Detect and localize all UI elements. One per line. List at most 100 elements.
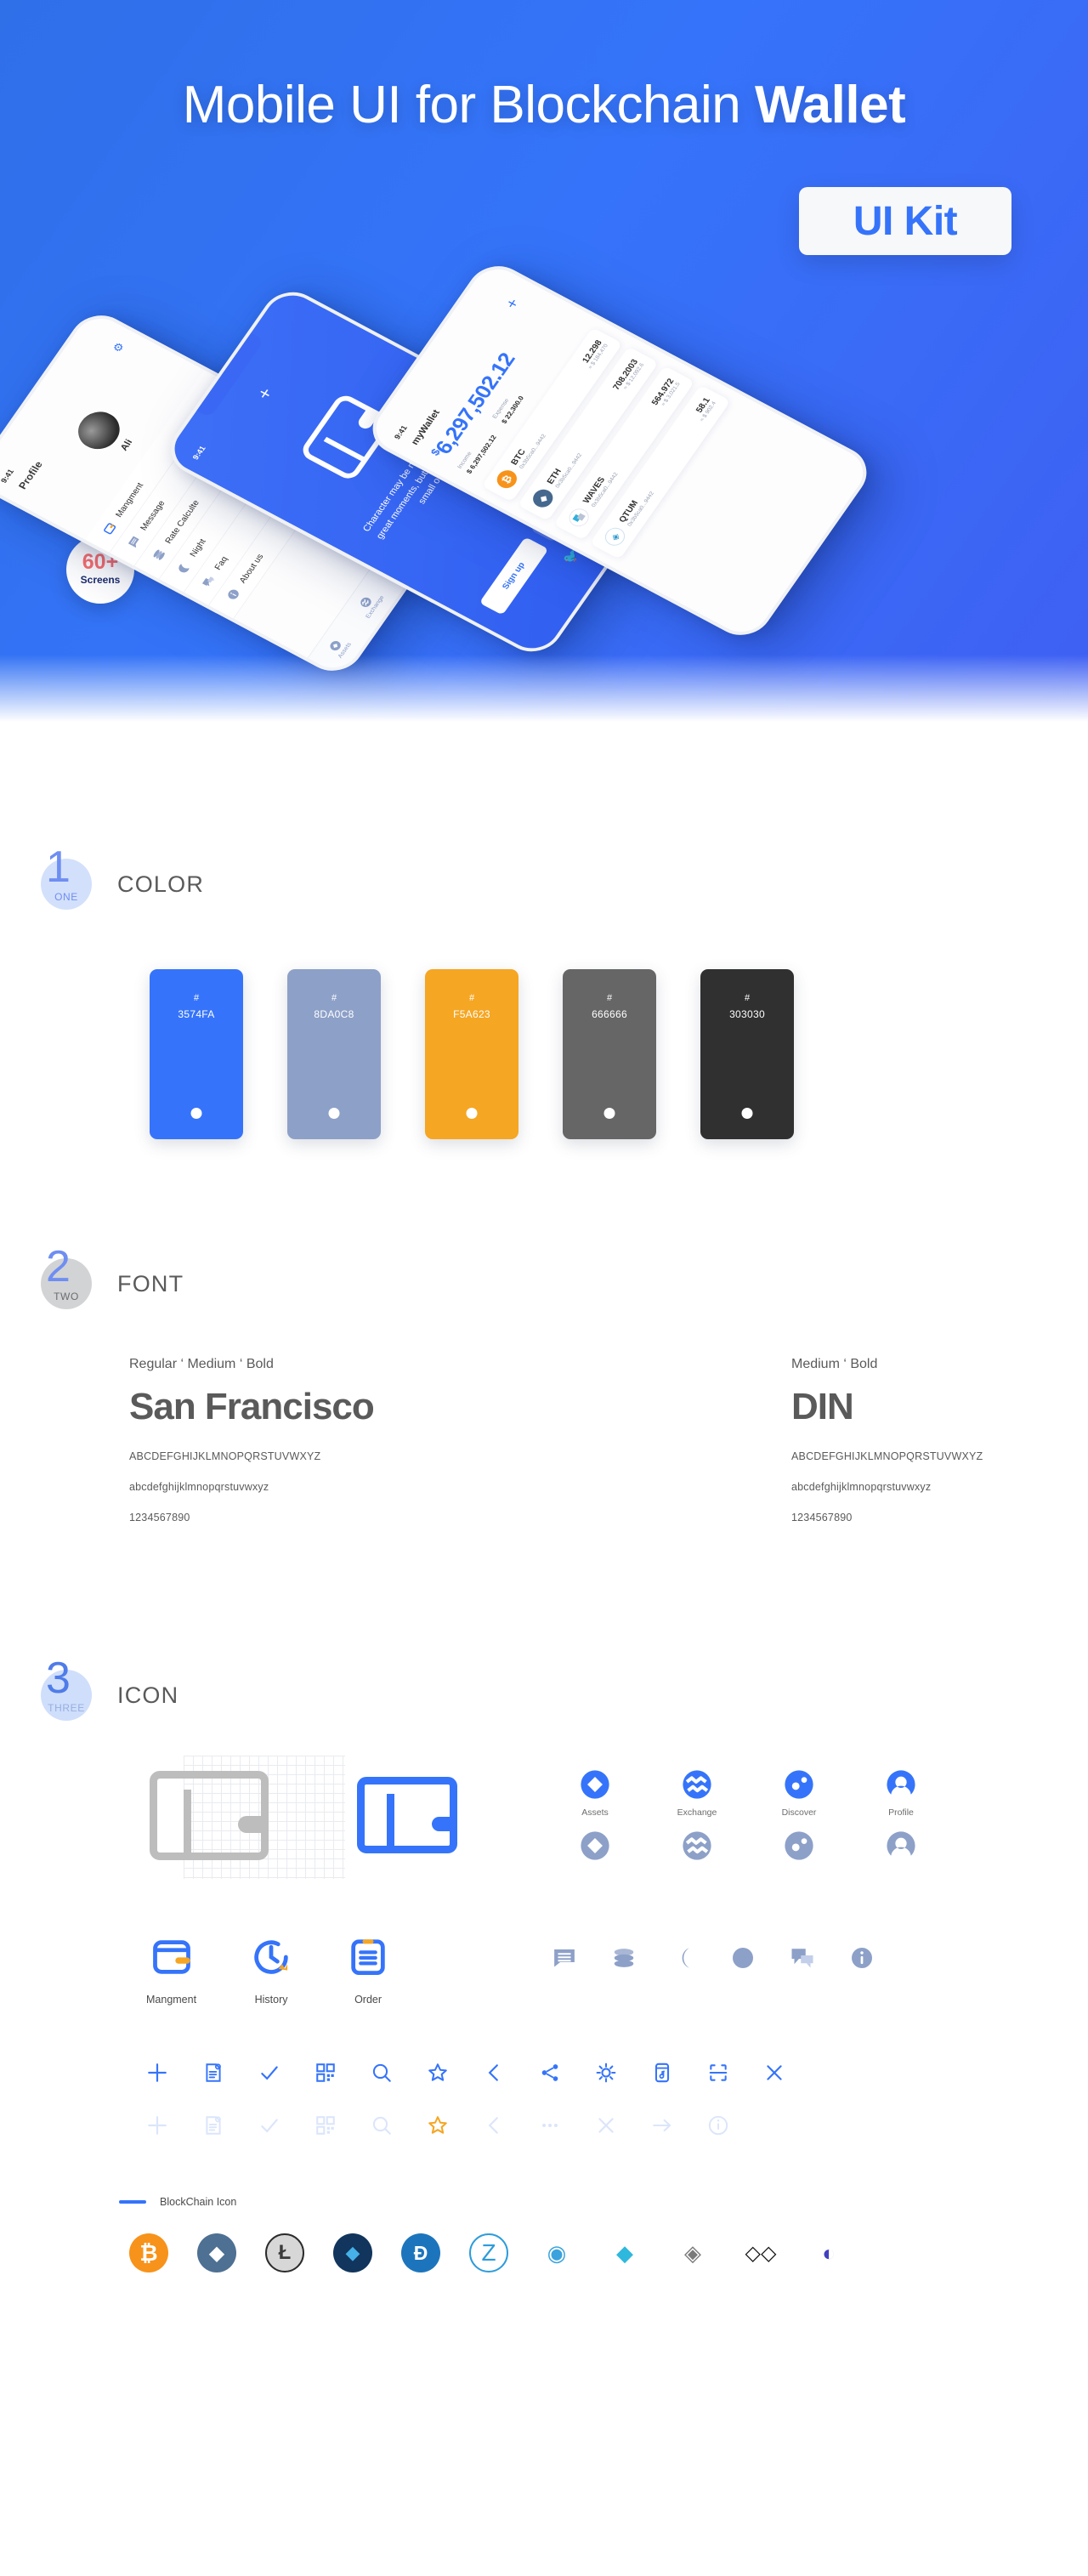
page-title: Mobile UI for Blockchain Wallet bbox=[0, 75, 1088, 135]
history-clock-icon bbox=[254, 1940, 288, 1974]
moon-icon[interactable] bbox=[671, 1945, 696, 1971]
scan-icon[interactable] bbox=[707, 2062, 729, 2084]
color-section: 1 ONE COLOR #3574FA #8DA0C8 # F5A623 #666… bbox=[0, 845, 1088, 1139]
profile-header: Profile bbox=[15, 459, 45, 491]
qrcode-icon-muted[interactable] bbox=[314, 2114, 337, 2136]
color-swatch[interactable]: #3574FA bbox=[150, 969, 243, 1139]
signup-button[interactable]: Sign up bbox=[479, 536, 549, 616]
icon-history[interactable]: History bbox=[249, 1935, 293, 2006]
tool-icon-row-active bbox=[0, 2062, 1088, 2084]
tab-exchange[interactable]: Exchange bbox=[353, 588, 386, 620]
share-icon[interactable] bbox=[539, 2062, 561, 2084]
status-time: 9:41 bbox=[392, 423, 410, 441]
gear-icon[interactable]: ⚙ bbox=[110, 340, 128, 355]
bitcoin-icon: ₿ bbox=[493, 467, 521, 491]
neo-icon[interactable]: ◇◇ bbox=[741, 2233, 780, 2272]
profile-icon-muted bbox=[885, 1830, 917, 1862]
message-icon bbox=[126, 534, 143, 549]
icon-order[interactable]: Order bbox=[346, 1935, 390, 2006]
circle-icon[interactable] bbox=[730, 1945, 756, 1971]
swatch-hex-value: 3574FA bbox=[178, 1007, 215, 1020]
doc-settings-icon-muted[interactable] bbox=[202, 2114, 224, 2136]
swatch-dot bbox=[328, 1108, 340, 1119]
section-word: THREE bbox=[48, 1702, 85, 1714]
bitshares-icon[interactable]: ◆ bbox=[333, 2233, 372, 2272]
zcash-icon[interactable]: Z bbox=[469, 2233, 508, 2272]
close-icon[interactable] bbox=[763, 2062, 785, 2084]
icon-section: 3 THREE ICON Assets Exchange Discover Pr… bbox=[0, 1656, 1088, 2272]
nav-icon-assets[interactable]: Assets bbox=[566, 1768, 624, 1862]
card-music-icon[interactable] bbox=[651, 2062, 673, 2084]
doc-settings-icon[interactable] bbox=[202, 2062, 224, 2084]
list-item-label: About us bbox=[237, 552, 266, 585]
icon-mangment[interactable]: Mangment bbox=[146, 1935, 196, 2006]
ethereum-icon[interactable]: ◆ bbox=[197, 2233, 236, 2272]
qtum-icon[interactable]: ◆ bbox=[605, 2233, 644, 2272]
color-swatch[interactable]: #666666 bbox=[563, 969, 656, 1139]
close-icon-muted[interactable] bbox=[595, 2114, 617, 2136]
dash-icon[interactable]: Ð bbox=[401, 2233, 440, 2272]
section-header-icon: 3 THREE ICON bbox=[0, 1656, 1088, 1721]
hash-symbol: # bbox=[606, 993, 613, 1003]
ui-kit-label: UI Kit bbox=[853, 198, 958, 244]
font-uppercase: ABCDEFGHIJKLMNOPQRSTUVWXYZ bbox=[791, 1450, 983, 1462]
screens-label: Screens bbox=[80, 574, 121, 587]
section-word: ONE bbox=[54, 891, 78, 903]
coins-icon bbox=[150, 548, 167, 563]
info-icon-muted[interactable] bbox=[707, 2114, 729, 2136]
gear-icon[interactable] bbox=[595, 2062, 617, 2084]
swatch-dot bbox=[190, 1108, 202, 1119]
nano-icon[interactable]: ◐ bbox=[809, 2233, 848, 2272]
check-icon-muted[interactable] bbox=[258, 2114, 280, 2136]
section-title: ICON bbox=[117, 1682, 179, 1708]
nav-icon-discover[interactable]: Discover bbox=[770, 1768, 828, 1862]
font-digits: 1234567890 bbox=[791, 1512, 853, 1523]
chevron-left-icon[interactable] bbox=[483, 2062, 505, 2084]
feature-icon-trio: Mangment History Order bbox=[146, 1935, 390, 2006]
ui-kit-badge: UI Kit bbox=[799, 187, 1012, 255]
coins-stack-icon[interactable] bbox=[611, 1945, 637, 1971]
qrcode-icon[interactable] bbox=[314, 2062, 337, 2084]
section-title: COLOR bbox=[117, 871, 205, 897]
nav-icon-profile[interactable]: Profile bbox=[872, 1768, 930, 1862]
arrow-right-icon[interactable] bbox=[651, 2114, 673, 2136]
ellipsis-icon[interactable] bbox=[539, 2114, 561, 2136]
color-swatch[interactable]: #8DA0C8 bbox=[287, 969, 381, 1139]
icon-label: Order bbox=[354, 1994, 382, 2006]
discover-icon-muted bbox=[783, 1830, 815, 1862]
swatch-hex: #666666 bbox=[563, 991, 656, 1023]
color-swatch-list: #3574FA #8DA0C8 # F5A623 #666666 #303030 bbox=[0, 969, 1088, 1139]
message-icon[interactable] bbox=[552, 1945, 577, 1971]
nav-icon-grid: Assets Exchange Discover Profile bbox=[566, 1768, 930, 1862]
plus-icon[interactable]: + bbox=[252, 384, 278, 404]
search-icon-muted[interactable] bbox=[371, 2114, 393, 2136]
section-number: 1 bbox=[46, 843, 71, 892]
search-icon[interactable] bbox=[371, 2062, 393, 2084]
star-icon-highlight[interactable] bbox=[427, 2114, 449, 2136]
plus-icon[interactable]: + bbox=[502, 296, 524, 312]
swatch-dot bbox=[466, 1108, 478, 1119]
font-specimen-list: Regular ‘ Medium ‘ Bold San Francisco AB… bbox=[0, 1357, 1088, 1542]
plus-icon-muted[interactable] bbox=[146, 2114, 168, 2136]
bitcoin-icon[interactable]: ₿ bbox=[129, 2233, 168, 2272]
stellar-icon[interactable]: ◉ bbox=[537, 2233, 576, 2272]
color-swatch[interactable]: #303030 bbox=[700, 969, 794, 1139]
nav-icon-exchange[interactable]: Exchange bbox=[668, 1768, 726, 1862]
font-lowercase: abcdefghijklmnopqrstuvwxyz bbox=[129, 1481, 269, 1493]
litecoin-icon[interactable]: Ł bbox=[265, 2233, 304, 2272]
section-number-badge: 1 ONE bbox=[41, 845, 92, 910]
color-swatch[interactable]: # F5A623 bbox=[425, 969, 518, 1139]
font-lowercase: abcdefghijklmnopqrstuvwxyz bbox=[791, 1481, 932, 1493]
info-icon[interactable] bbox=[849, 1945, 875, 1971]
swatch-hex: #303030 bbox=[700, 991, 794, 1023]
phone-notch bbox=[4, 355, 73, 441]
swatch-dot bbox=[741, 1108, 753, 1119]
check-icon[interactable] bbox=[258, 2062, 280, 2084]
chat-icon[interactable] bbox=[790, 1945, 815, 1971]
plus-icon[interactable] bbox=[146, 2062, 168, 2084]
wallet-blue-icon bbox=[357, 1777, 457, 1853]
star-icon[interactable] bbox=[427, 2062, 449, 2084]
nav-icon-label: Profile bbox=[888, 1807, 914, 1818]
eos-icon[interactable]: ◈ bbox=[673, 2233, 712, 2272]
chevron-left-icon-muted[interactable] bbox=[483, 2114, 505, 2136]
